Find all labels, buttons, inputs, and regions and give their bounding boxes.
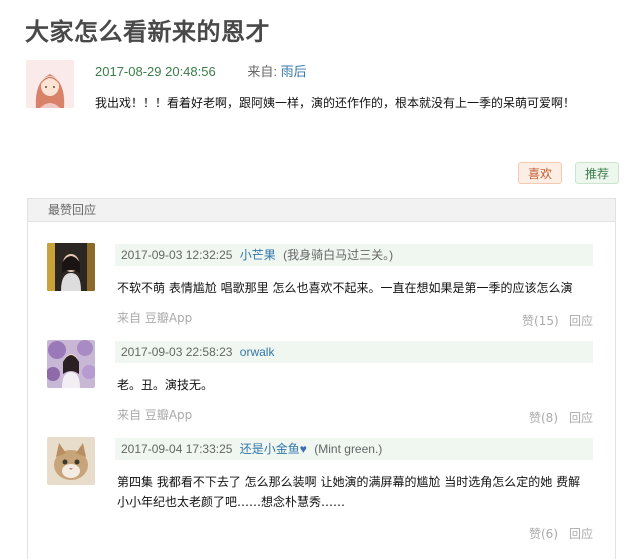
comment-vote-button[interactable]: 赞(6) [529,525,558,542]
comment-time: 2017-09-03 22:58:23 [121,345,233,359]
comment-source: 来自 豆瓣App [117,311,193,325]
comment-text: 不软不萌 表情尴尬 唱歌那里 怎么也喜欢不起来。一直在想如果是第一季的应该怎么演 [117,281,573,295]
comment-vote-button[interactable]: 赞(8) [529,409,558,426]
comment-text: 老。丑。演技无。 [117,378,214,392]
post-from-label: 来自: [247,64,277,79]
comment-avatar[interactable] [47,243,95,291]
post-author-link[interactable]: 雨后 [281,64,307,79]
comment-user-link[interactable]: orwalk [240,345,275,359]
comment-vote-button[interactable]: 赞(15) [522,312,559,329]
comment-signature: (Mint green.) [314,442,383,456]
comment-reply-button[interactable]: 回应 [569,525,593,542]
comment-text: 第四集 我都看不下去了 怎么那么装啊 让她演的满屏幕的尴尬 当时选角怎么定的她 … [117,475,581,509]
comment-signature: (我身骑白马过三关。) [283,248,394,262]
recommend-button[interactable]: 推荐 [575,162,620,184]
page-title: 大家怎么看新来的恩才 [25,18,270,46]
author-avatar-image [26,60,74,108]
comment-user-link[interactable]: 小芒果 [240,248,276,262]
comment-time: 2017-09-04 17:33:25 [121,442,233,456]
comment-avatar-image [47,437,95,485]
post-time: 2017-08-29 20:48:56 [95,64,216,79]
comment-meta: 2017-09-03 12:32:25 小芒果 (我身骑白马过三关。) [115,244,593,266]
comment-avatar[interactable] [47,437,95,485]
section-title: 最赞回应 [28,199,615,222]
post-body: 我出戏！！！看着好老啊，跟阿姨一样，演的还作作的，根本就没有上一季的呆萌可爱啊！ [95,96,576,110]
comment-source: 来自 豆瓣App [117,408,193,422]
like-button[interactable]: 喜欢 [518,162,563,184]
comment-avatar-image [47,243,95,291]
comment-reply-button[interactable]: 回应 [569,409,593,426]
comment-avatar[interactable] [47,340,95,388]
comment-meta: 2017-09-04 17:33:25 还是小金鱼♥ (Mint green.) [115,438,593,460]
comment-time: 2017-09-03 12:32:25 [121,248,233,262]
comment-reply-button[interactable]: 回应 [569,312,593,329]
comment-user-link[interactable]: 还是小金鱼 [240,442,300,456]
comment-avatar-image [47,340,95,388]
heart-icon: ♥ [299,442,307,456]
author-avatar[interactable] [26,60,74,108]
comment-meta: 2017-09-03 22:58:23 orwalk [115,341,593,363]
post-meta: 2017-08-29 20:48:56 来自: 雨后 [95,61,307,80]
